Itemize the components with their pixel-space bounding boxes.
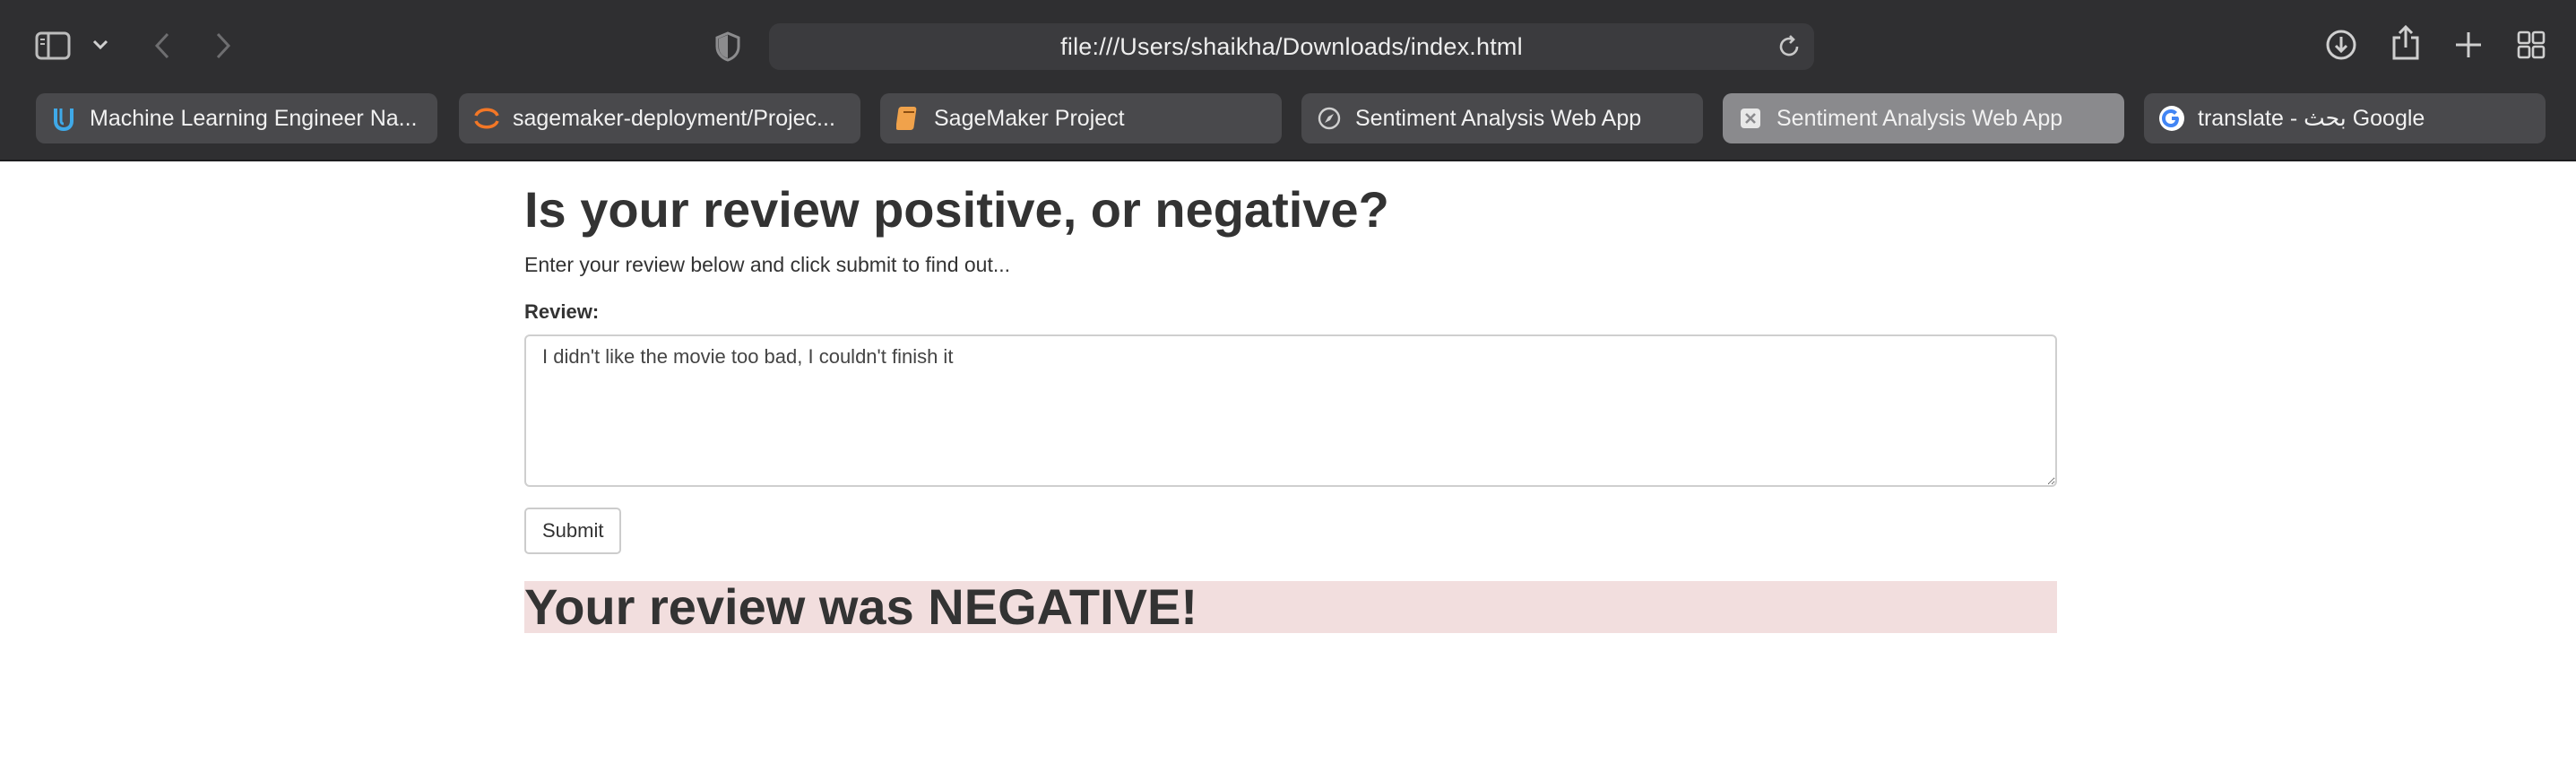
- compass-icon: [1316, 105, 1343, 132]
- submit-button[interactable]: Submit: [524, 508, 622, 554]
- google-icon: [2158, 105, 2185, 132]
- page-subtitle: Enter your review below and click submit…: [524, 253, 1011, 276]
- tab-label: Machine Learning Engineer Na...: [90, 105, 418, 131]
- tab-overview-icon[interactable]: [2515, 29, 2547, 61]
- review-label: Review:: [524, 300, 600, 323]
- jupyter-icon: [473, 105, 500, 132]
- share-icon[interactable]: [2388, 23, 2424, 63]
- privacy-shield-icon[interactable]: [712, 30, 744, 63]
- tab-label: SageMaker Project: [934, 105, 1125, 131]
- tab-label: Sentiment Analysis Web App: [1355, 105, 1642, 131]
- browser-toolbar: file:///Users/shaikha/Downloads/index.ht…: [0, 0, 2576, 161]
- new-tab-icon[interactable]: [2452, 29, 2485, 61]
- url-text: file:///Users/shaikha/Downloads/index.ht…: [1060, 32, 1523, 60]
- reload-icon[interactable]: [1773, 30, 1805, 63]
- address-bar[interactable]: file:///Users/shaikha/Downloads/index.ht…: [769, 23, 1814, 70]
- back-icon[interactable]: [149, 29, 176, 63]
- page-title: Is your review positive, or negative?: [524, 181, 1389, 238]
- tab-udacity[interactable]: Machine Learning Engineer Na...: [36, 93, 437, 143]
- tab-label: Sentiment Analysis Web App: [1776, 105, 2063, 131]
- tab-sentiment-app-1[interactable]: Sentiment Analysis Web App: [1301, 93, 1703, 143]
- review-textarea[interactable]: I didn't like the movie too bad, I could…: [524, 334, 2057, 487]
- forward-icon[interactable]: [210, 29, 237, 63]
- book-icon: [895, 105, 921, 132]
- downloads-icon[interactable]: [2323, 27, 2359, 63]
- tab-sentiment-app-active[interactable]: Sentiment Analysis Web App: [1723, 93, 2124, 143]
- result-message: Your review was NEGATIVE!: [524, 581, 2057, 633]
- tab-jupyter[interactable]: sagemaker-deployment/Projec...: [459, 93, 860, 143]
- tab-label: translate - بحث Google: [2198, 106, 2425, 131]
- page-content: Is your review positive, or negative? En…: [524, 176, 2057, 633]
- close-icon[interactable]: [1737, 105, 1764, 132]
- udacity-icon: [50, 105, 77, 132]
- tab-bar: Machine Learning Engineer Na... sagemake…: [0, 93, 2576, 145]
- tab-sagemaker-project[interactable]: SageMaker Project: [880, 93, 1282, 143]
- tab-label: sagemaker-deployment/Projec...: [513, 105, 835, 131]
- sidebar-icon[interactable]: [34, 29, 72, 63]
- tab-google-translate[interactable]: translate - بحث Google: [2144, 93, 2546, 143]
- chevron-down-icon[interactable]: [90, 34, 111, 56]
